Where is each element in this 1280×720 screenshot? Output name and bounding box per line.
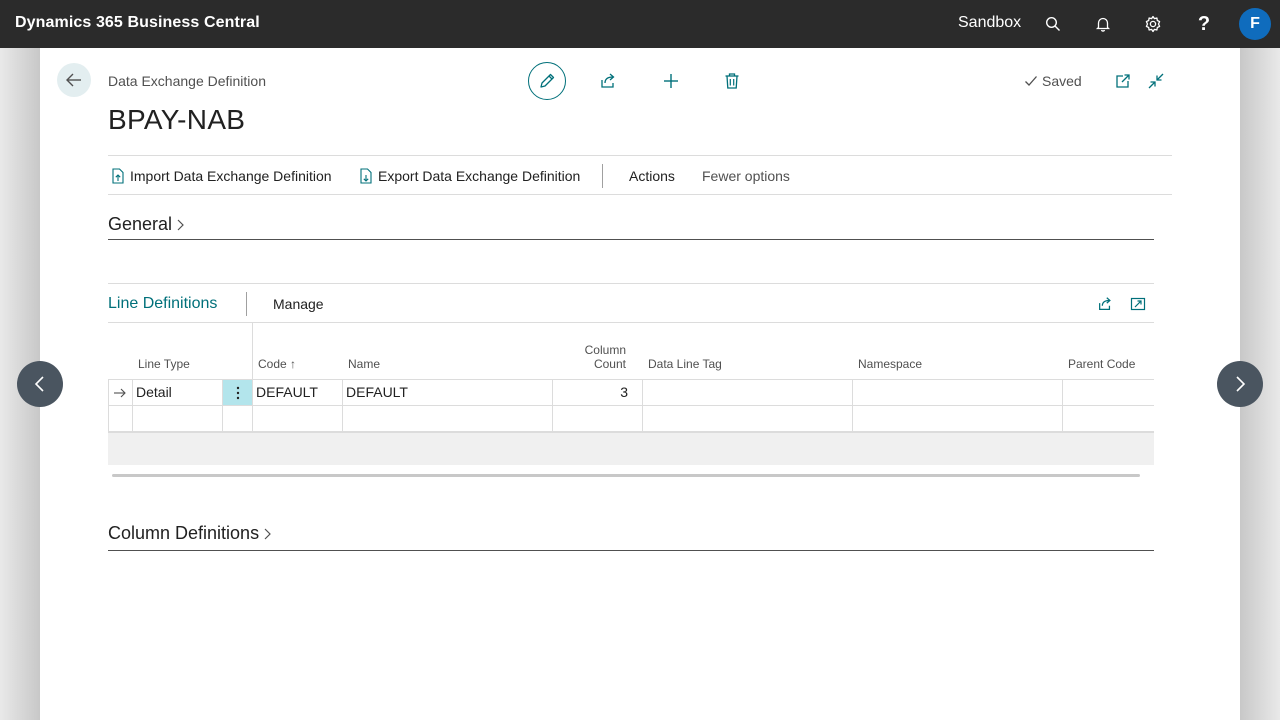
cell-name[interactable] [342, 406, 552, 432]
row-indicator [108, 406, 132, 432]
action-bar: Import Data Exchange Definition Export D… [108, 155, 1172, 195]
column-header-code[interactable]: Code ↑ [258, 357, 296, 371]
horizontal-scrollbar[interactable] [112, 474, 1140, 477]
expand-icon[interactable] [1128, 294, 1148, 314]
chevron-left-icon [34, 376, 44, 392]
cell-column-count[interactable] [552, 406, 642, 432]
general-section-title: General [108, 214, 173, 234]
avatar[interactable]: F [1239, 8, 1271, 40]
manage-menu[interactable]: Manage [273, 296, 324, 312]
more-vertical-icon [236, 386, 239, 400]
bell-icon[interactable] [1091, 12, 1115, 36]
cell-line-type[interactable] [132, 406, 222, 432]
column-definitions-section-divider [108, 550, 1154, 551]
column-header-column-count-line2: Count [593, 357, 626, 371]
line-definitions-grid: Line Type Code ↑ Name Column Count Data … [108, 323, 1154, 465]
cell-namespace[interactable] [852, 406, 1062, 432]
line-definitions-header: Line Definitions Manage [108, 283, 1154, 323]
saved-status: Saved [1024, 73, 1082, 89]
saved-label: Saved [1042, 73, 1082, 89]
column-header-namespace[interactable]: Namespace [858, 357, 922, 371]
share-icon[interactable] [1095, 294, 1115, 314]
column-header-name[interactable]: Name [348, 357, 380, 371]
app-title[interactable]: Dynamics 365 Business Central [15, 14, 260, 32]
general-section-divider [108, 239, 1154, 240]
fewer-options-label: Fewer options [702, 168, 790, 184]
share-icon[interactable] [597, 70, 619, 92]
back-button[interactable] [57, 63, 91, 97]
column-header-column-count[interactable]: Column Count [580, 343, 626, 371]
page-caption: Data Exchange Definition [108, 73, 266, 89]
delete-icon[interactable] [721, 70, 743, 92]
chevron-right-icon [264, 528, 271, 539]
chevron-right-icon [177, 219, 184, 230]
column-header-code-label: Code [258, 357, 287, 371]
table-row-empty[interactable] [108, 405, 1154, 432]
row-actions-button[interactable] [222, 380, 252, 406]
arrow-left-icon [66, 73, 81, 87]
cell-data-line-tag[interactable] [642, 406, 852, 432]
cell-code[interactable] [252, 406, 342, 432]
cell-row-actions [222, 406, 252, 432]
next-record-button[interactable] [1217, 361, 1263, 407]
column-header-line-type[interactable]: Line Type [138, 357, 190, 371]
cell-namespace[interactable] [852, 380, 1062, 406]
help-icon[interactable]: ? [1192, 12, 1216, 36]
fewer-options-button[interactable]: Fewer options [702, 168, 790, 184]
search-icon[interactable] [1041, 12, 1065, 36]
export-file-icon [360, 168, 372, 184]
action-separator [602, 164, 603, 188]
checkmark-icon [1025, 76, 1037, 86]
column-definitions-section-header[interactable]: Column Definitions [108, 523, 272, 544]
actions-menu[interactable]: Actions [629, 168, 675, 184]
environment-label: Sandbox [958, 14, 1022, 31]
cell-parent-code[interactable] [1062, 380, 1154, 406]
actions-label: Actions [629, 168, 675, 184]
new-icon[interactable] [660, 70, 682, 92]
column-header-parent-code[interactable]: Parent Code [1068, 357, 1135, 371]
page-title: BPAY-NAB [108, 104, 246, 135]
table-row[interactable]: Detail DEFAULT DEFAULT 3 [108, 379, 1154, 406]
cell-column-count[interactable]: 3 [552, 380, 642, 406]
collapse-icon[interactable] [1145, 70, 1167, 92]
top-bar: Dynamics 365 Business Central Sandbox ? … [0, 0, 1280, 48]
import-file-icon [112, 168, 124, 184]
sort-ascending-icon: ↑ [290, 357, 297, 371]
column-definitions-section-title: Column Definitions [108, 523, 260, 543]
column-header-data-line-tag[interactable]: Data Line Tag [648, 357, 722, 371]
export-definition-button[interactable]: Export Data Exchange Definition [358, 168, 580, 184]
import-definition-label: Import Data Exchange Definition [130, 168, 332, 184]
grid-footer [108, 432, 1154, 465]
cell-parent-code[interactable] [1062, 406, 1154, 432]
arrow-right-icon [114, 388, 126, 398]
import-definition-button[interactable]: Import Data Exchange Definition [110, 168, 332, 184]
chevron-right-icon [1236, 376, 1246, 392]
cell-data-line-tag[interactable] [642, 380, 852, 406]
open-in-new-window-icon[interactable] [1112, 70, 1134, 92]
column-header-column-count-line1: Column [584, 343, 626, 357]
line-definitions-title[interactable]: Line Definitions [108, 295, 217, 313]
pencil-icon [540, 73, 555, 88]
export-definition-label: Export Data Exchange Definition [378, 168, 581, 184]
general-section-header[interactable]: General [108, 214, 185, 235]
row-indicator [108, 380, 132, 406]
edit-button[interactable] [528, 62, 566, 100]
cell-name[interactable]: DEFAULT [342, 380, 552, 406]
cell-code[interactable]: DEFAULT [252, 380, 342, 406]
cell-line-type[interactable]: Detail [132, 380, 222, 406]
gear-icon[interactable] [1141, 12, 1165, 36]
previous-record-button[interactable] [17, 361, 63, 407]
line-definitions-separator [246, 292, 247, 316]
